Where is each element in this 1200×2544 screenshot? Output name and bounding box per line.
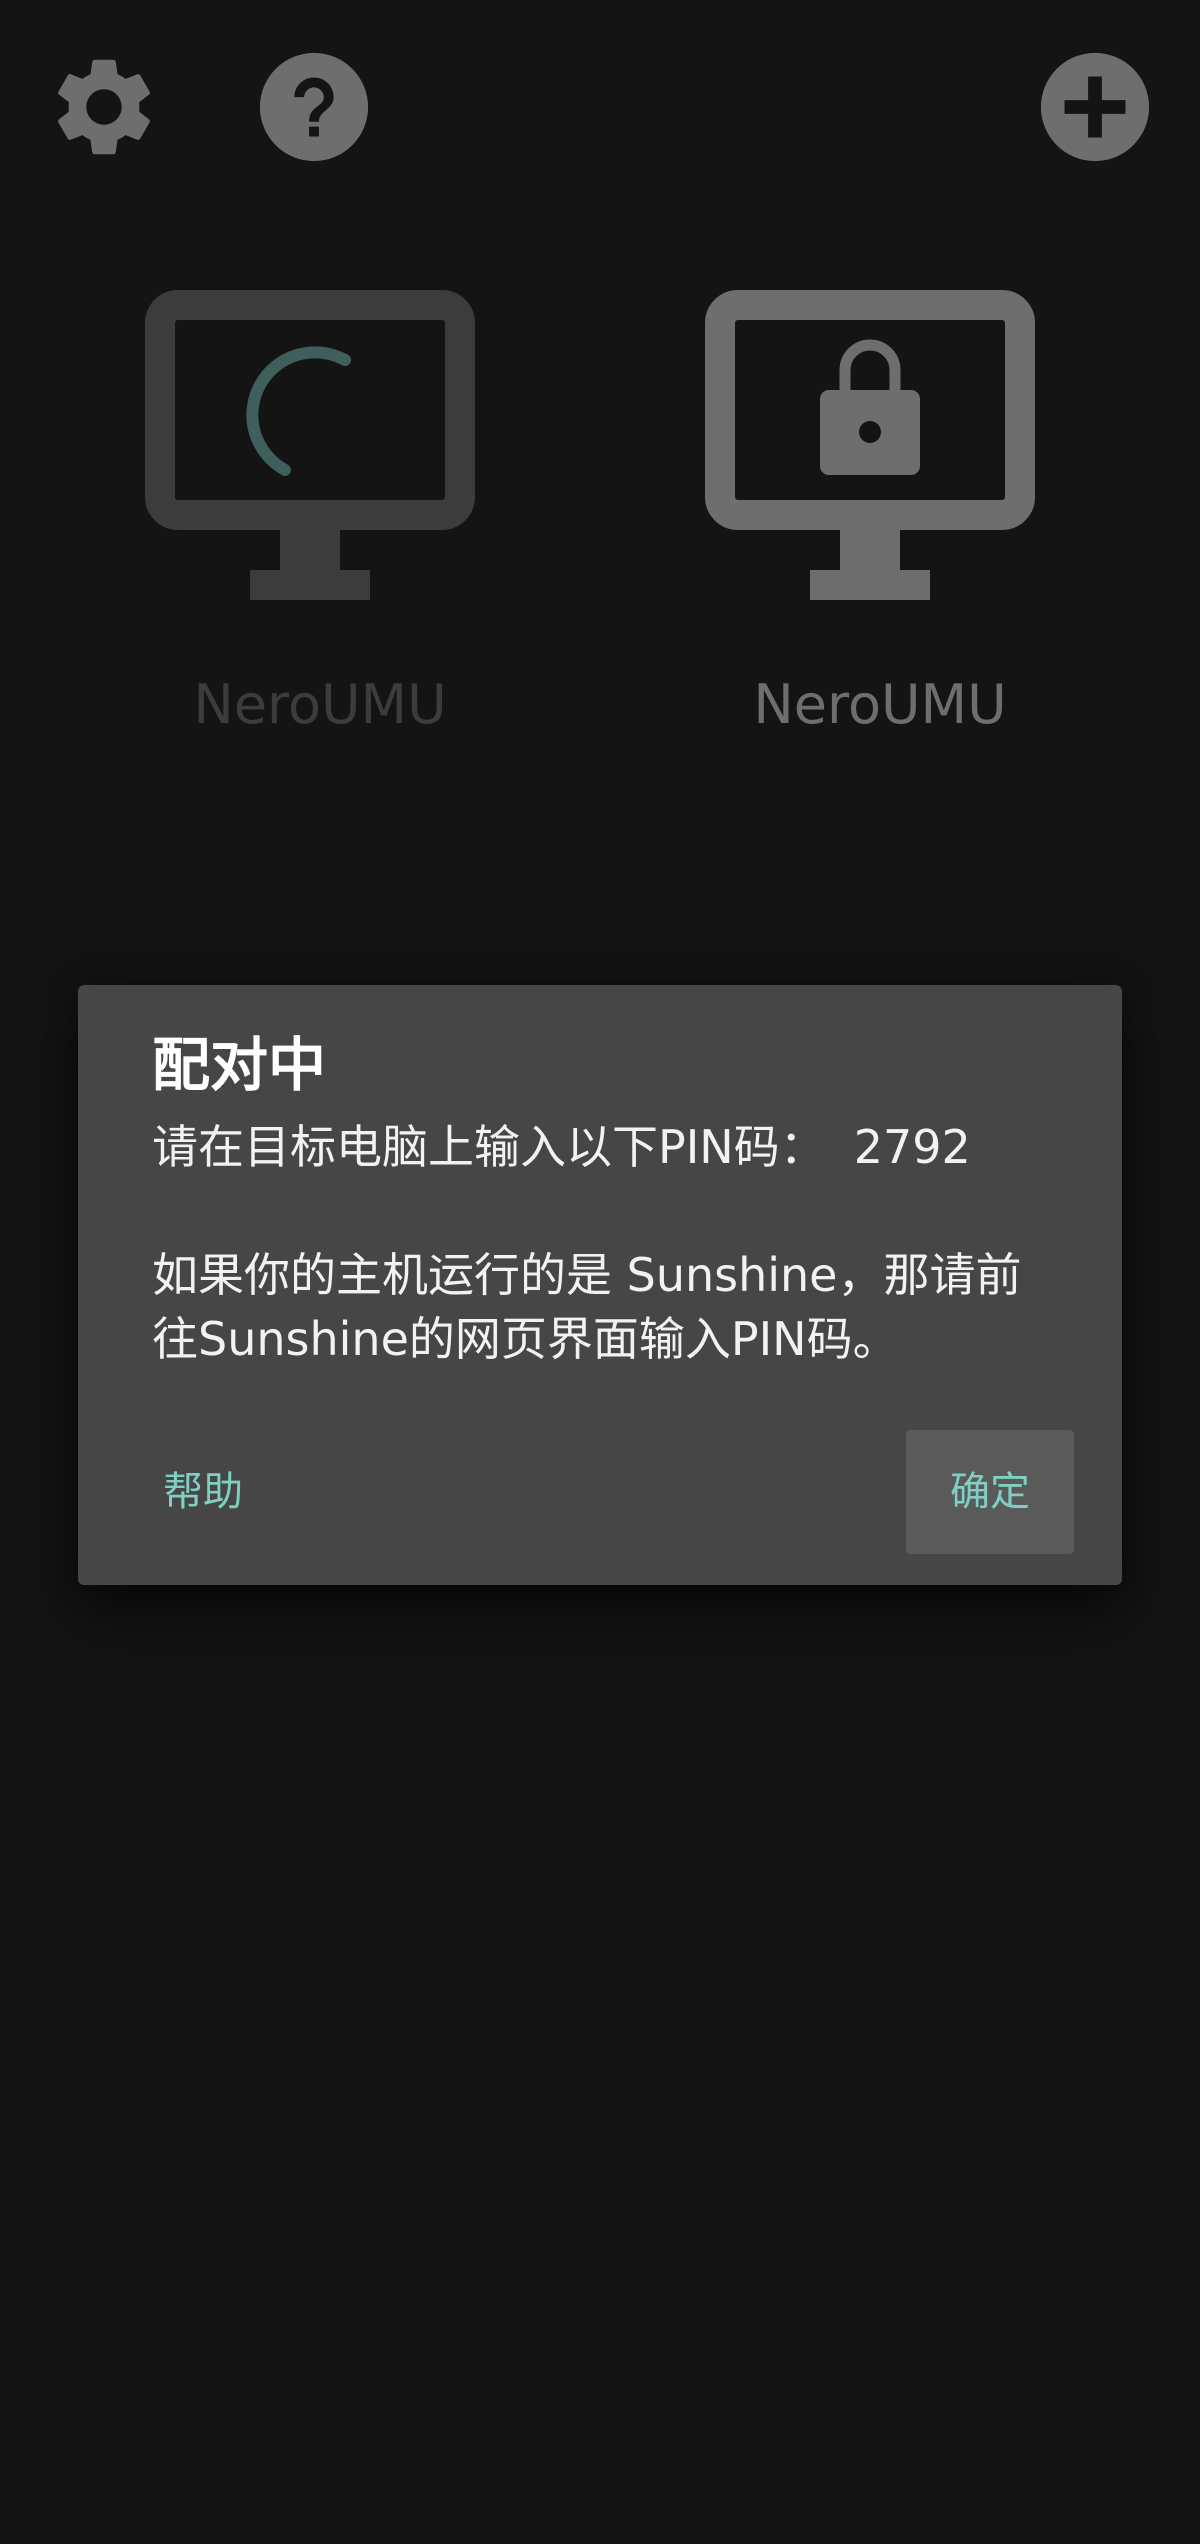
help-dialog-button[interactable]: 帮助 <box>138 1430 268 1554</box>
dialog-message: 请在目标电脑上输入以下PIN码： 2792 如果你的主机运行的是 Sunshine… <box>152 1115 1112 1371</box>
pairing-dialog: 配对中 请在目标电脑上输入以下PIN码： 2792 如果你的主机运行的是 Suns… <box>78 985 1122 1585</box>
sunshine-hint-line-1: 如果你的主机运行的是 Sunshine，那请前 <box>152 1248 1022 1302</box>
dialog-title: 配对中 <box>152 1031 327 1099</box>
ok-button[interactable]: 确定 <box>906 1430 1074 1554</box>
sunshine-hint-line-2: 往Sunshine的网页界面输入PIN码。 <box>152 1312 899 1366</box>
pin-code: 2792 <box>853 1120 971 1174</box>
pin-instruction: 请在目标电脑上输入以下PIN码： 2792 <box>152 1115 1112 1179</box>
pin-instruction-text: 请在目标电脑上输入以下PIN码： <box>152 1120 826 1174</box>
